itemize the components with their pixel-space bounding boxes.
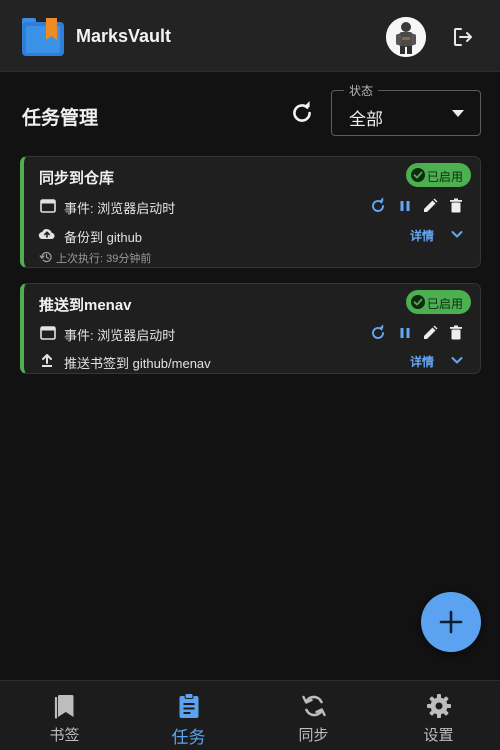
status-badge-label: 已启用: [427, 170, 464, 184]
history-icon: [39, 251, 52, 263]
status-filter-legend: 状态: [344, 82, 379, 99]
clipboard-icon: [179, 693, 199, 718]
browser-window-icon: [40, 326, 56, 340]
browser-window-icon: [40, 199, 56, 213]
status-badge-label: 已启用: [427, 297, 464, 311]
nav-item-tasks[interactable]: 任务: [126, 681, 251, 750]
task-title: 推送到menav: [39, 297, 132, 314]
chevron-down-icon[interactable]: [448, 351, 466, 369]
refresh-icon[interactable]: [289, 100, 315, 126]
sync-icon: [302, 695, 326, 717]
chevron-down-icon[interactable]: [448, 225, 466, 243]
page-title: 任务管理: [22, 108, 99, 129]
logout-icon[interactable]: [451, 25, 475, 49]
user-avatar[interactable]: [386, 17, 426, 57]
check-circle-icon: [411, 168, 425, 182]
edit-icon[interactable]: [421, 324, 439, 342]
dropdown-caret-icon: [452, 110, 464, 117]
add-task-button[interactable]: [421, 592, 481, 652]
avatar-figure-icon: [386, 17, 426, 57]
nav-label: 设置: [423, 727, 454, 744]
delete-icon[interactable]: [447, 197, 465, 215]
task-card: 推送到menav 已启用 事件: 浏览器启动时 推送书签到 github/men…: [20, 283, 481, 374]
plus-icon: [439, 610, 463, 634]
nav-label: 书签: [49, 727, 80, 744]
gear-icon: [427, 694, 451, 718]
task-title: 同步到仓库: [39, 170, 115, 187]
task-card: 同步到仓库 已启用 事件: 浏览器启动时 备份到 github 详情 上次执行:…: [20, 156, 481, 268]
details-link[interactable]: 详情: [410, 227, 434, 244]
upload-icon: [42, 354, 52, 367]
app-logo-icon: [22, 18, 64, 56]
edit-icon[interactable]: [421, 197, 439, 215]
pause-icon[interactable]: [396, 324, 414, 342]
nav-label: 任务: [171, 728, 206, 747]
nav-item-sync[interactable]: 同步: [251, 681, 376, 750]
bookmark-icon: [54, 695, 74, 719]
app-bar: MarksVault: [0, 0, 500, 72]
details-link[interactable]: 详情: [410, 353, 434, 370]
task-action: 备份到 github: [64, 230, 143, 245]
task-action: 推送书签到 github/menav: [64, 356, 211, 371]
delete-icon[interactable]: [447, 324, 465, 342]
status-filter-value: 全部: [349, 110, 383, 129]
nav-item-settings[interactable]: 设置: [376, 681, 500, 750]
cloud-upload-icon: [38, 229, 55, 240]
nav-label: 同步: [298, 727, 329, 744]
pause-icon[interactable]: [396, 197, 414, 215]
bottom-navigation: 书签 任务 同步 设置: [0, 680, 500, 750]
status-badge: 已启用: [406, 290, 471, 314]
last-run-text: 上次执行: 39分钟前: [56, 253, 152, 265]
nav-item-bookmarks[interactable]: 书签: [2, 681, 127, 750]
run-now-icon[interactable]: [369, 324, 387, 342]
run-now-icon[interactable]: [369, 197, 387, 215]
check-circle-icon: [411, 295, 425, 309]
app-title: MarksVault: [76, 26, 172, 46]
task-trigger: 事件: 浏览器启动时: [64, 328, 176, 343]
status-badge: 已启用: [406, 163, 471, 187]
task-trigger: 事件: 浏览器启动时: [64, 201, 176, 216]
status-filter-select[interactable]: 状态 全部: [331, 82, 481, 136]
